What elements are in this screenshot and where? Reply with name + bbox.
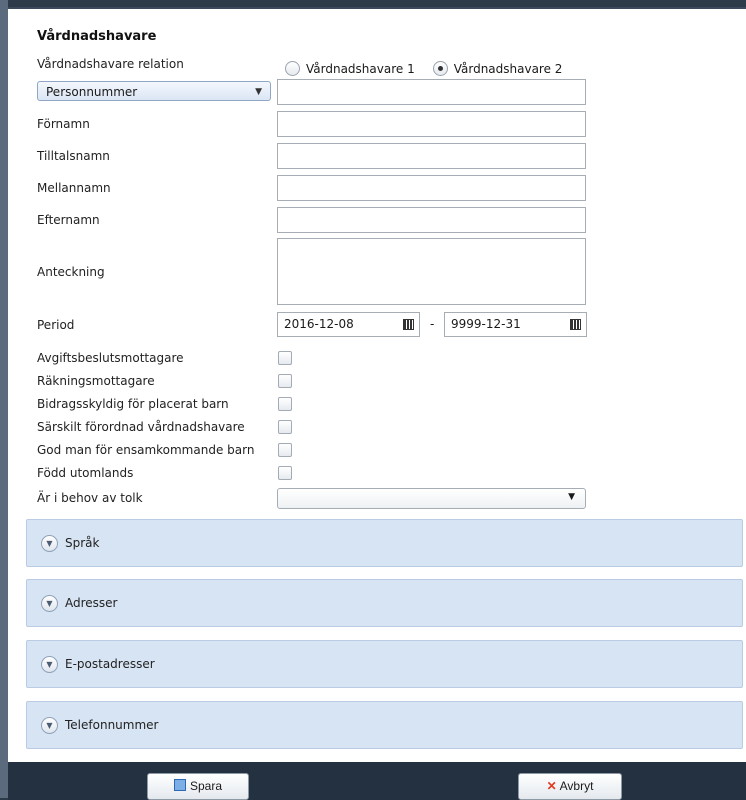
chevron-down-icon: ▼ [255, 87, 262, 97]
expand-icon[interactable]: ▼ [41, 595, 58, 612]
panel-title: Språk [65, 536, 100, 550]
panel-sprak[interactable]: ▼ Språk [26, 519, 743, 567]
calendar-icon[interactable] [570, 319, 581, 330]
period-separator: - [430, 317, 435, 331]
panel-title: E-postadresser [65, 657, 155, 671]
fodd-utomlands-checkbox[interactable] [278, 466, 292, 480]
mellannamn-input[interactable] [277, 175, 586, 201]
tolk-label: Är i behov av tolk [37, 491, 143, 505]
period-to-value: 9999-12-31 [451, 317, 521, 331]
save-button[interactable]: Spara [147, 773, 249, 800]
checkbox-label: Avgiftsbeslutsmottagare [37, 351, 184, 365]
checkbox-label: Bidragsskyldig för placerat barn [37, 397, 229, 411]
calendar-icon[interactable] [403, 319, 414, 330]
radio-label: Vårdnadshavare 2 [453, 61, 563, 76]
avgiftsbeslutsmottagare-checkbox[interactable] [278, 351, 292, 365]
radio-circle[interactable] [285, 61, 300, 76]
id-type-value: Personnummer [46, 85, 138, 99]
mellannamn-label: Mellannamn [37, 181, 111, 195]
rakningsmottagare-checkbox[interactable] [278, 374, 292, 388]
bidragsskyldig-checkbox[interactable] [278, 397, 292, 411]
radio-label: Vårdnadshavare 1 [306, 61, 415, 76]
fornamn-label: Förnamn [37, 117, 90, 131]
cancel-button[interactable]: ✕ Avbryt [518, 773, 622, 800]
save-label: Spara [189, 779, 223, 793]
fornamn-input[interactable] [277, 111, 586, 137]
tilltalsnamn-input[interactable] [277, 143, 586, 169]
expand-icon[interactable]: ▼ [41, 656, 58, 673]
efternamn-input[interactable] [277, 207, 586, 233]
panel-title: Telefonnummer [65, 718, 159, 732]
panel-adresser[interactable]: ▼ Adresser [26, 579, 743, 627]
cancel-label: Avbryt [559, 779, 594, 793]
tilltalsnamn-label: Tilltalsnamn [37, 149, 110, 163]
checkbox-label: Räkningsmottagare [37, 374, 155, 388]
anteckning-textarea[interactable] [277, 238, 586, 305]
checkbox-label: Född utomlands [37, 466, 134, 480]
radio-guardian-1[interactable]: Vårdnadshavare 1 [285, 61, 415, 76]
god-man-checkbox[interactable] [278, 443, 292, 457]
period-from-input[interactable]: 2016-12-08 [277, 312, 420, 337]
period-to-input[interactable]: 9999-12-31 [444, 312, 587, 337]
close-icon: ✕ [546, 779, 557, 793]
background-window [0, 0, 8, 798]
chevron-down-icon: ▼ [568, 492, 575, 502]
panel-telefonnummer[interactable]: ▼ Telefonnummer [26, 701, 743, 749]
sarskilt-forordnad-checkbox[interactable] [278, 420, 292, 434]
checkbox-label: God man för ensamkommande barn [37, 443, 255, 457]
panel-epostadresser[interactable]: ▼ E-postadresser [26, 640, 743, 688]
panel-title: Adresser [65, 596, 118, 610]
id-type-select[interactable]: Personnummer ▼ [37, 81, 271, 101]
radio-guardian-2[interactable]: Vårdnadshavare 2 [432, 61, 563, 76]
guardian-dialog: Vårdnadshavare Vårdnadshavare relation V… [8, 7, 746, 800]
anteckning-label: Anteckning [37, 265, 105, 279]
efternamn-label: Efternamn [37, 213, 100, 227]
period-label: Period [37, 318, 75, 332]
radio-circle-checked[interactable] [432, 61, 448, 76]
tolk-select[interactable]: ▼ [277, 488, 586, 509]
relation-radio-group: Vårdnadshavare 1 Vårdnadshavare 2 [285, 61, 580, 76]
checkbox-label: Särskilt förordnad vårdnadshavare [37, 420, 245, 434]
period-from-value: 2016-12-08 [284, 317, 354, 331]
dialog-footer: Spara ✕ Avbryt [8, 762, 746, 800]
expand-icon[interactable]: ▼ [41, 535, 58, 552]
relation-label: Vårdnadshavare relation [37, 57, 184, 71]
expand-icon[interactable]: ▼ [41, 717, 58, 734]
section-title: Vårdnadshavare [37, 29, 157, 44]
save-icon [173, 779, 186, 791]
personnummer-input[interactable] [277, 79, 586, 105]
